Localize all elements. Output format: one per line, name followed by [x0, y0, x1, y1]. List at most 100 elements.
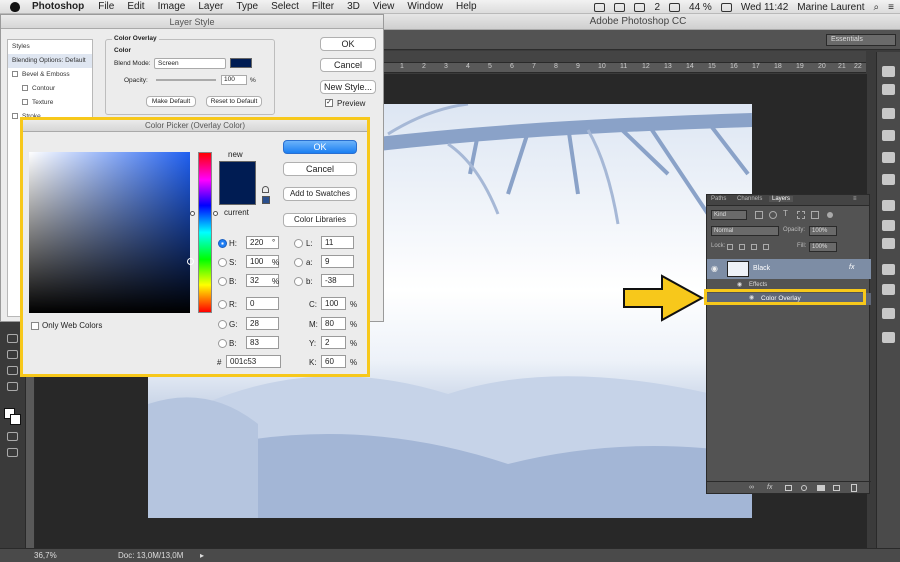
- layer-kind-select[interactable]: Kind: [711, 210, 747, 220]
- menu-file[interactable]: File: [98, 1, 114, 12]
- search-icon[interactable]: ⌕: [874, 2, 880, 13]
- color-picker-cancel-button[interactable]: Cancel: [283, 162, 357, 176]
- sidebar-styles[interactable]: Styles: [8, 40, 92, 54]
- blend-mode-select[interactable]: Screen: [154, 58, 226, 69]
- menu-user[interactable]: Marine Laurent: [797, 2, 864, 13]
- lock-pixels-icon[interactable]: [739, 244, 745, 250]
- layer-fill-field[interactable]: 100%: [809, 242, 837, 252]
- paths-panel-icon[interactable]: [882, 284, 895, 295]
- menu-window[interactable]: Window: [407, 1, 443, 12]
- texture-checkbox[interactable]: [22, 99, 28, 106]
- menu-app-name[interactable]: Photoshop: [32, 1, 84, 12]
- play-panel-icon[interactable]: [882, 84, 895, 95]
- filter-smart-object-icon[interactable]: [811, 211, 819, 219]
- sidebar-contour[interactable]: Contour: [8, 82, 92, 96]
- tab-layers[interactable]: Layers: [769, 196, 794, 202]
- lock-all-icon[interactable]: [763, 244, 769, 250]
- swatches-panel-icon[interactable]: [882, 220, 895, 231]
- apple-icon[interactable]: [10, 1, 20, 12]
- character-panel-icon[interactable]: [882, 174, 895, 185]
- notification-count[interactable]: 2: [654, 2, 660, 13]
- history-panel-icon[interactable]: [882, 66, 895, 77]
- filter-type-icon[interactable]: T: [783, 209, 788, 218]
- make-default-button[interactable]: Make Default: [146, 96, 196, 107]
- cyan-field[interactable]: 100: [321, 297, 346, 310]
- layer-visibility-icon[interactable]: ◉: [711, 264, 718, 273]
- menu-type[interactable]: Type: [236, 1, 258, 12]
- sidebar-bevel-emboss[interactable]: Bevel & Emboss: [8, 68, 92, 82]
- magenta-field[interactable]: 80: [321, 317, 346, 330]
- opacity-field[interactable]: 100: [221, 75, 247, 85]
- hex-field[interactable]: 001c53: [226, 355, 281, 368]
- layer-style-ok-button[interactable]: OK: [320, 37, 376, 51]
- color-panel-icon[interactable]: [882, 200, 895, 211]
- battery-icon[interactable]: [720, 2, 732, 12]
- hue-radio[interactable]: [218, 239, 227, 248]
- opacity-slider[interactable]: [156, 79, 216, 81]
- filter-adjustment-icon[interactable]: [769, 211, 777, 219]
- yellow-field[interactable]: 2: [321, 336, 346, 349]
- overlay-color-swatch[interactable]: [230, 58, 252, 68]
- blue-radio[interactable]: [218, 339, 227, 348]
- a-channel-field[interactable]: 9: [321, 255, 354, 268]
- menu-filter[interactable]: Filter: [312, 1, 334, 12]
- screen-mode-icon[interactable]: [7, 448, 18, 457]
- layer-opacity-field[interactable]: 100%: [809, 226, 837, 236]
- layer-blend-mode-select[interactable]: Normal: [711, 226, 779, 236]
- layers-panel-icon[interactable]: [882, 238, 895, 249]
- saturation-brightness-field[interactable]: [29, 152, 190, 313]
- add-style-icon[interactable]: fx: [767, 484, 772, 491]
- only-web-colors-checkbox[interactable]: [31, 322, 39, 330]
- info-panel-icon[interactable]: [882, 332, 895, 343]
- b-channel-radio[interactable]: [294, 277, 303, 286]
- document-tab[interactable]: [376, 51, 866, 63]
- lightness-field[interactable]: 11: [321, 236, 354, 249]
- lightness-radio[interactable]: [294, 239, 303, 248]
- workspace-switcher[interactable]: Essentials: [826, 34, 896, 46]
- brightness-radio[interactable]: [218, 277, 227, 286]
- lock-transparent-icon[interactable]: [727, 244, 733, 250]
- sidebar-blending-options[interactable]: Blending Options: Default: [8, 54, 92, 68]
- layer-row-black[interactable]: ◉ Black fx: [707, 259, 871, 279]
- dropbox-icon[interactable]: [594, 2, 606, 12]
- filter-toggle-icon[interactable]: [827, 212, 833, 218]
- preview-checkbox[interactable]: ✓: [325, 99, 333, 107]
- zoom-tool-icon[interactable]: [7, 382, 18, 391]
- tab-channels[interactable]: Channels: [737, 196, 762, 202]
- color-picker-ok-button[interactable]: OK: [283, 140, 357, 154]
- delete-layer-icon[interactable]: [851, 484, 857, 492]
- green-field[interactable]: 28: [246, 317, 279, 330]
- color-field-cursor[interactable]: [187, 258, 194, 265]
- reset-default-button[interactable]: Reset to Default: [206, 96, 262, 107]
- menu-3d[interactable]: 3D: [347, 1, 360, 12]
- add-to-swatches-button[interactable]: Add to Swatches: [283, 187, 357, 201]
- channels-panel-icon[interactable]: [882, 264, 895, 275]
- red-radio[interactable]: [218, 300, 227, 309]
- clone-panel-icon[interactable]: [882, 152, 895, 163]
- add-mask-icon[interactable]: [785, 485, 792, 491]
- menu-help[interactable]: Help: [456, 1, 477, 12]
- new-layer-icon[interactable]: [833, 485, 840, 491]
- wifi-icon[interactable]: [669, 2, 681, 12]
- tab-paths[interactable]: Paths: [711, 196, 726, 202]
- background-color-swatch[interactable]: [10, 414, 21, 425]
- panel-menu-icon[interactable]: ≡: [853, 196, 857, 202]
- filter-shape-icon[interactable]: [797, 211, 805, 219]
- move-tool-icon[interactable]: [7, 334, 18, 343]
- zoom-level[interactable]: 36,7%: [34, 549, 57, 562]
- current-color-swatch[interactable]: [219, 183, 256, 205]
- b-channel-field[interactable]: -38: [321, 274, 354, 287]
- menu-select[interactable]: Select: [271, 1, 299, 12]
- quick-mask-icon[interactable]: [7, 432, 18, 441]
- list-icon[interactable]: ≡: [888, 2, 894, 13]
- new-style-button[interactable]: New Style...: [320, 80, 376, 94]
- blue-field[interactable]: 83: [246, 336, 279, 349]
- new-group-icon[interactable]: [817, 485, 825, 491]
- gamut-warning-icon[interactable]: [262, 186, 269, 193]
- menu-edit[interactable]: Edit: [127, 1, 144, 12]
- saturation-radio[interactable]: [218, 258, 227, 267]
- filter-pixel-icon[interactable]: [755, 211, 763, 219]
- menu-view[interactable]: View: [373, 1, 395, 12]
- hue-slider[interactable]: [198, 152, 212, 313]
- properties-panel-icon[interactable]: [882, 308, 895, 319]
